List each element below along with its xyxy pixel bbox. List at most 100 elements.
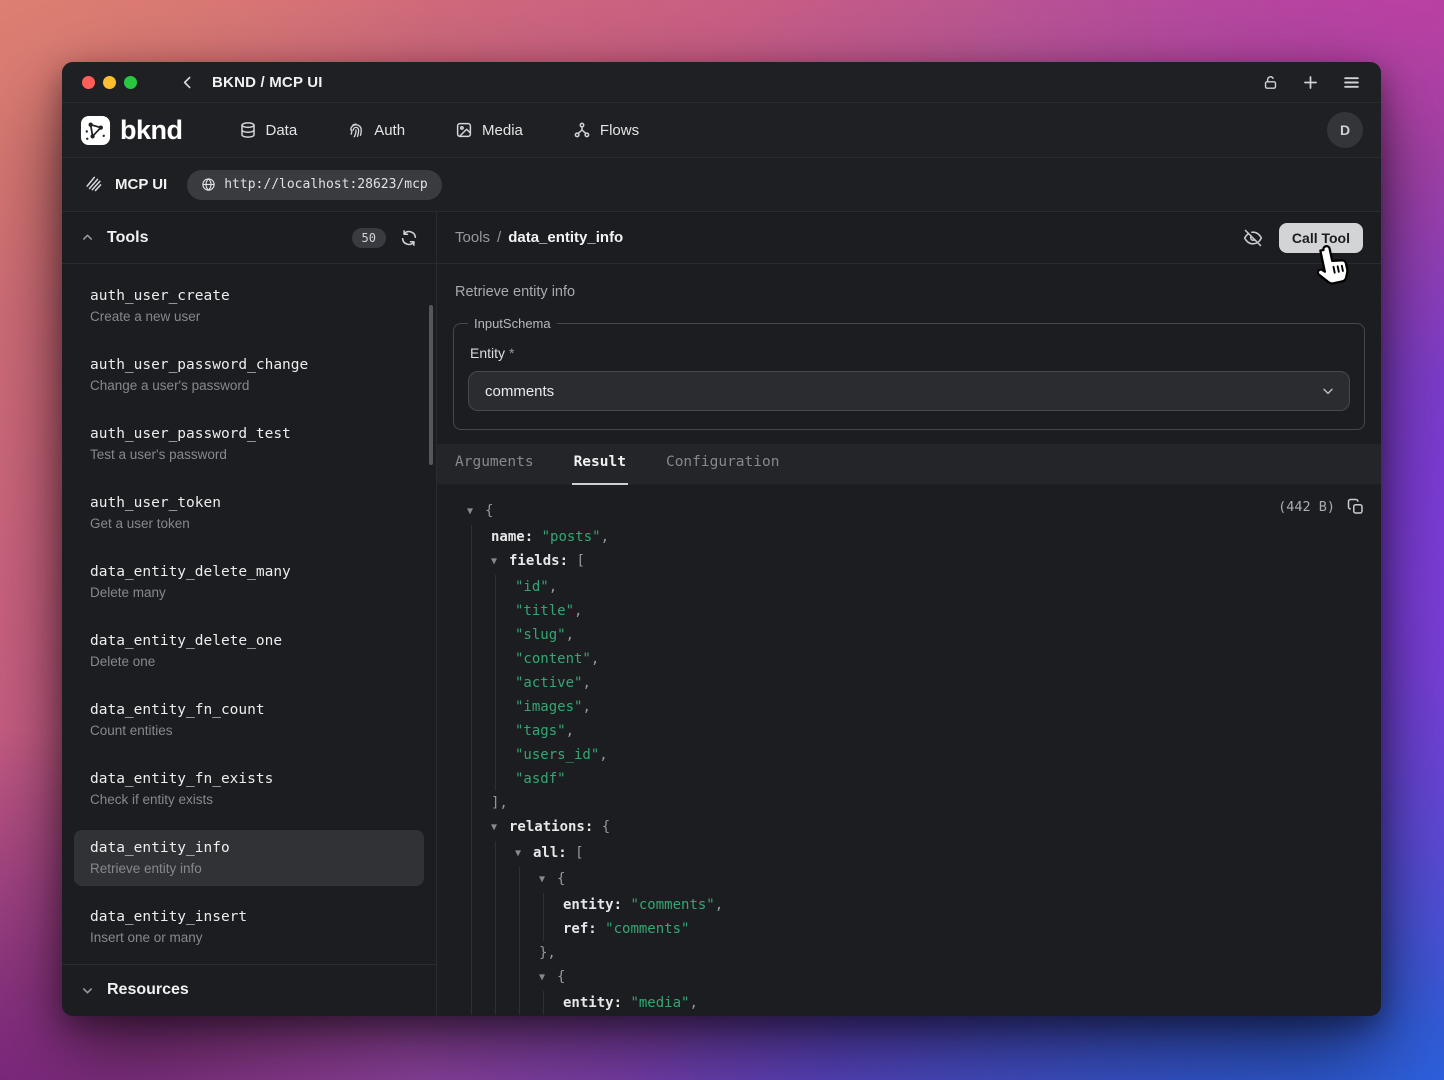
mcp-ui-title: MCP UI: [115, 176, 167, 193]
tool-list-item[interactable]: auth_user_password_changeChange a user's…: [74, 347, 424, 403]
collapse-triangle-icon[interactable]: ▼: [539, 868, 557, 892]
collapse-triangle-icon[interactable]: ▼: [515, 842, 533, 866]
tool-name: data_entity_fn_exists: [90, 771, 408, 787]
breadcrumb-current: data_entity_info: [508, 229, 623, 246]
result-pane: (442 B) ▼{name: "posts",▼fields: ["id","…: [437, 485, 1381, 1015]
required-marker: *: [509, 345, 514, 361]
tool-name: auth_user_password_test: [90, 426, 408, 442]
json-line: },: [467, 941, 1365, 965]
tools-section-header[interactable]: Tools 50: [62, 212, 436, 264]
nav-items: Data Auth Media Flows: [239, 121, 640, 139]
tool-list-item[interactable]: auth_user_createCreate a new user: [74, 278, 424, 334]
collapse-triangle-icon[interactable]: ▼: [491, 816, 509, 840]
database-icon: [239, 121, 257, 139]
json-line: "title",: [467, 599, 1365, 623]
call-tool-button[interactable]: Call Tool: [1279, 223, 1363, 253]
chevron-up-icon: [80, 230, 95, 245]
json-line[interactable]: ▼all: [: [467, 841, 1365, 867]
fingerprint-icon: [347, 121, 365, 139]
collapse-triangle-icon[interactable]: ▼: [467, 500, 485, 524]
image-icon: [455, 121, 473, 139]
refresh-tools-icon[interactable]: [400, 229, 418, 247]
json-line: entity: "media",: [467, 991, 1365, 1015]
mcp-ui-bar: MCP UI http://localhost:28623/mcp: [62, 158, 1381, 212]
eye-off-icon[interactable]: [1243, 228, 1263, 248]
json-line: name: "posts",: [467, 525, 1365, 549]
menu-icon[interactable]: [1342, 73, 1361, 92]
tool-name: data_entity_delete_one: [90, 633, 408, 649]
json-line: ],: [467, 791, 1365, 815]
collapse-triangle-icon[interactable]: ▼: [539, 966, 557, 990]
tool-list-item[interactable]: data_entity_delete_oneDelete one: [74, 623, 424, 679]
tool-description: Get a user token: [90, 516, 408, 531]
nav-item-data[interactable]: Data: [239, 121, 298, 139]
app-nav-bar: bknd Data Auth Media Flows D: [62, 103, 1381, 158]
minimize-window-button[interactable]: [103, 76, 116, 89]
json-line: "active",: [467, 671, 1365, 695]
nav-label: Flows: [600, 122, 639, 139]
input-schema-legend: InputSchema: [468, 316, 557, 331]
server-url-pill[interactable]: http://localhost:28623/mcp: [187, 170, 442, 200]
nav-item-media[interactable]: Media: [455, 121, 523, 139]
sidebar-scrollbar[interactable]: [429, 305, 433, 465]
tab-configuration[interactable]: Configuration: [664, 444, 782, 485]
json-line[interactable]: ▼{: [467, 499, 1365, 525]
tool-list-item[interactable]: data_entity_fn_countCount entities: [74, 692, 424, 748]
tools-list: auth_user_createCreate a new userauth_us…: [62, 264, 436, 964]
resources-section-header[interactable]: Resources: [62, 964, 436, 1015]
nav-item-flows[interactable]: Flows: [573, 121, 639, 139]
tools-count-badge: 50: [352, 228, 386, 248]
new-tab-icon[interactable]: [1301, 73, 1320, 92]
chevron-down-icon: [1320, 383, 1336, 399]
entity-field-label: Entity*: [470, 345, 1348, 361]
collapse-triangle-icon[interactable]: ▼: [491, 550, 509, 574]
window-title: BKND / MCP UI: [212, 74, 323, 91]
nav-item-auth[interactable]: Auth: [347, 121, 405, 139]
tab-arguments[interactable]: Arguments: [453, 444, 536, 485]
tool-list-item[interactable]: data_entity_fn_exists Check if entity exi…: [74, 761, 424, 817]
tool-name: auth_user_password_change: [90, 357, 408, 373]
tool-name: data_entity_insert: [90, 909, 408, 925]
brand-logo[interactable]: bknd: [80, 115, 183, 146]
tool-name: auth_user_create: [90, 288, 408, 304]
breadcrumb-section[interactable]: Tools: [455, 229, 490, 246]
resources-header-label: Resources: [107, 981, 189, 999]
nav-label: Auth: [374, 122, 405, 139]
tab-result[interactable]: Result: [572, 444, 628, 485]
json-line: "tags",: [467, 719, 1365, 743]
json-line: "images",: [467, 695, 1365, 719]
json-line[interactable]: ▼fields: [: [467, 549, 1365, 575]
tool-detail-header: Tools / data_entity_info Call Tool: [437, 212, 1381, 264]
nav-label: Media: [482, 122, 523, 139]
tool-list-item[interactable]: data_entity_delete_manyDelete many: [74, 554, 424, 610]
app-window: BKND / MCP UI: [62, 62, 1381, 1016]
mcp-icon: [84, 175, 103, 194]
tool-description: Count entities: [90, 723, 408, 738]
result-tabs: Arguments Result Configuration: [437, 444, 1381, 485]
entity-select[interactable]: comments: [468, 371, 1350, 411]
tool-list-item[interactable]: data_entity_infoRetrieve entity info: [74, 830, 424, 886]
close-window-button[interactable]: [82, 76, 95, 89]
json-line[interactable]: ▼{: [467, 965, 1365, 991]
json-line: entity: "comments",: [467, 893, 1365, 917]
entity-select-value[interactable]: comments: [468, 371, 1350, 411]
back-button[interactable]: [179, 74, 196, 91]
json-line: "users_id",: [467, 743, 1365, 767]
zoom-window-button[interactable]: [124, 76, 137, 89]
tool-description: Check if entity exists: [90, 792, 408, 807]
json-line[interactable]: ▼relations: {: [467, 815, 1365, 841]
bknd-logo-icon: [80, 115, 111, 146]
tool-name: data_entity_info: [90, 840, 408, 856]
json-line: "id",: [467, 575, 1365, 599]
input-schema-fieldset: InputSchema Entity* comments: [453, 316, 1365, 430]
lock-icon[interactable]: [1262, 74, 1279, 91]
json-line[interactable]: ▼{: [467, 867, 1365, 893]
nav-label: Data: [266, 122, 298, 139]
globe-icon: [201, 177, 216, 192]
tool-list-item[interactable]: data_entity_insert Insert one or many: [74, 899, 424, 955]
tool-list-item[interactable]: auth_user_tokenGet a user token: [74, 485, 424, 541]
title-bar: BKND / MCP UI: [62, 62, 1381, 103]
user-avatar[interactable]: D: [1327, 112, 1363, 148]
tool-description: Insert one or many: [90, 930, 408, 945]
tool-list-item[interactable]: auth_user_password_testTest a user's pas…: [74, 416, 424, 472]
